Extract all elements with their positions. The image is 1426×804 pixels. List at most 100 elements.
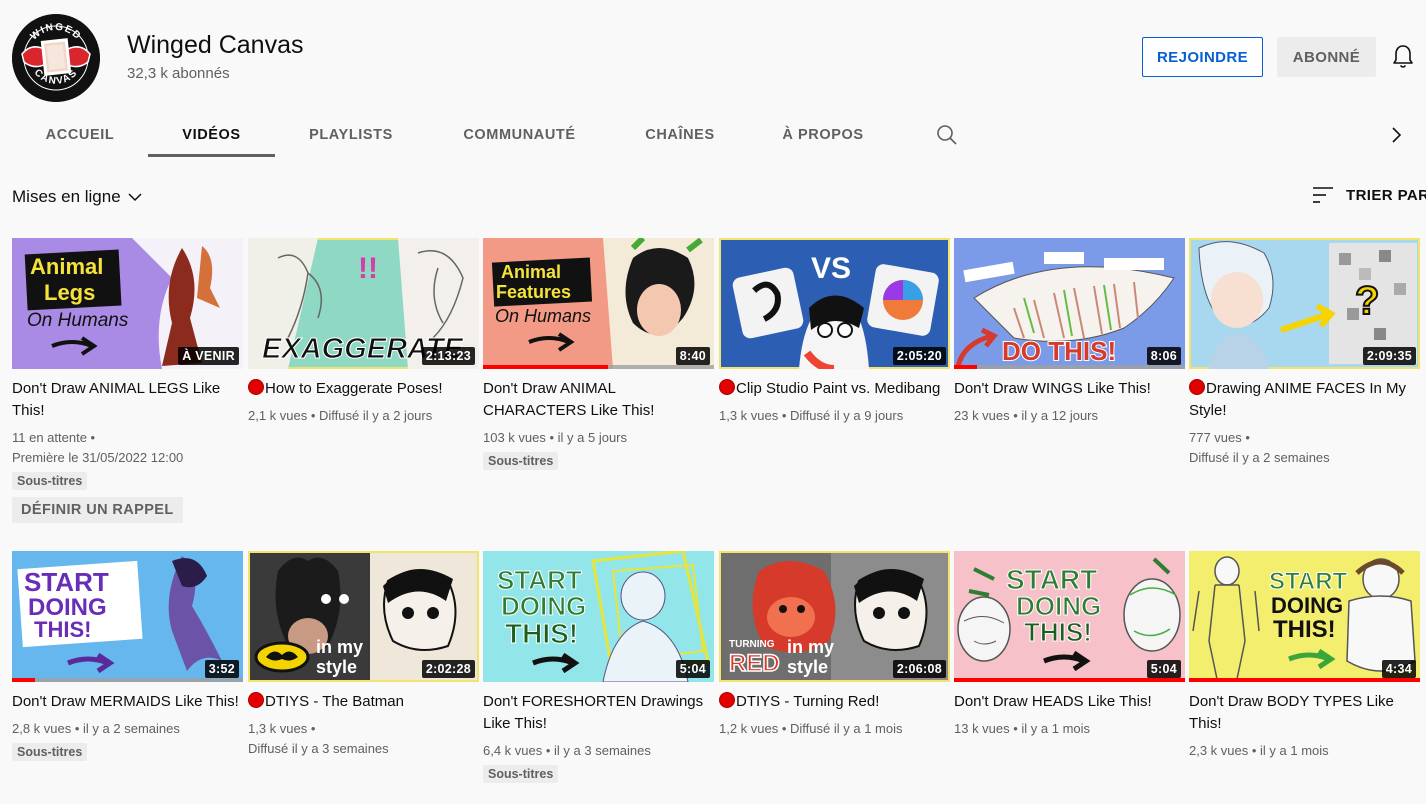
- channel-header: WINGED CANVAS Winged Canvas 32,3 k abonn…: [0, 0, 1426, 158]
- tab-videos[interactable]: VIDÉOS: [148, 112, 275, 158]
- thumb-text: style: [787, 657, 828, 677]
- tab-communaute[interactable]: COMMUNAUTÉ: [443, 112, 596, 158]
- video-thumbnail[interactable]: START DOING THIS! 3:52: [12, 551, 243, 682]
- duration-badge: 5:04: [1146, 660, 1181, 678]
- video-title[interactable]: Don't Draw BODY TYPES Like This!: [1189, 691, 1420, 735]
- subtitles-badge: Sous-titres: [12, 743, 88, 761]
- video-title-text: Clip Studio Paint vs. Medibang: [736, 380, 941, 397]
- video-title[interactable]: Don't Draw ANIMAL LEGS Like This!: [12, 378, 243, 422]
- thumb-text: Animal: [30, 254, 103, 279]
- video-title[interactable]: Don't Draw MERMAIDS Like This!: [12, 691, 243, 713]
- thumb-text: ?: [1355, 279, 1379, 323]
- subtitles-badge: Sous-titres: [483, 765, 559, 783]
- chevron-right-icon[interactable]: [1384, 123, 1408, 147]
- video-title[interactable]: Don't FORESHORTEN Drawings Like This!: [483, 691, 714, 735]
- watch-progress-bar: [1189, 678, 1420, 682]
- video-meta: 6,4 k vues • il y a 3 semaines: [483, 743, 651, 758]
- search-icon[interactable]: [935, 123, 959, 147]
- live-stream-icon: [719, 692, 735, 708]
- notification-bell-icon[interactable]: [1391, 44, 1415, 70]
- video-title[interactable]: Don't Draw WINGS Like This!: [954, 378, 1185, 400]
- tab-playlists[interactable]: PLAYLISTS: [291, 112, 411, 158]
- thumb-text: THIS!: [1273, 616, 1336, 643]
- video-title[interactable]: How to Exaggerate Poses!: [248, 378, 479, 400]
- thumb-text: THIS!: [34, 617, 91, 642]
- thumb-text: Legs: [44, 280, 95, 305]
- video-card[interactable]: START DOING THIS! 4:34 Don't Draw BODY T…: [1189, 551, 1420, 761]
- duration-badge: 2:06:08: [892, 660, 946, 678]
- thumb-text: On Humans: [27, 310, 129, 331]
- duration-badge: 3:52: [204, 660, 239, 678]
- watch-progress-bar: [12, 678, 243, 682]
- video-title-text: DTIYS - Turning Red!: [736, 693, 880, 710]
- video-meta: 103 k vues • il y a 5 jours: [483, 430, 628, 445]
- video-title[interactable]: DTIYS - Turning Red!: [719, 691, 950, 713]
- video-card[interactable]: Animal Features On Humans 8:40 Don't Dra…: [483, 238, 714, 470]
- video-card[interactable]: VS 2:05:20 Clip Studio Paint vs. Mediban…: [719, 238, 950, 426]
- channel-avatar[interactable]: WINGED CANVAS: [12, 14, 100, 102]
- thumb-text: On Humans: [495, 306, 591, 326]
- duration-badge: 2:13:23: [421, 347, 475, 365]
- duration-badge: 4:34: [1381, 660, 1416, 678]
- sort-button[interactable]: TRIER PAR: [1312, 186, 1426, 204]
- live-stream-icon: [248, 379, 264, 395]
- channel-tabs: ACCUEIL VIDÉOS PLAYLISTS COMMUNAUTÉ CHAÎ…: [0, 112, 1426, 158]
- duration-badge: 2:09:35: [1362, 347, 1416, 365]
- video-card[interactable]: DO THIS! 8:06 Don't Draw WINGS Like This…: [954, 238, 1185, 426]
- thumb-text: RED: [729, 650, 780, 677]
- live-stream-icon: [248, 692, 264, 708]
- duration-badge: 2:05:20: [892, 347, 946, 365]
- subtitles-badge: Sous-titres: [12, 472, 88, 490]
- video-meta: 11 en attente •: [12, 430, 96, 445]
- join-button[interactable]: REJOINDRE: [1142, 37, 1263, 77]
- video-title-text: Don't Draw ANIMAL CHARACTERS Like This!: [483, 380, 655, 419]
- video-card[interactable]: TURNING RED in my style 2:06:08 DTIYS - …: [719, 551, 950, 739]
- thumb-text: DO THIS!: [1002, 336, 1116, 366]
- thumb-text: in my: [316, 637, 363, 657]
- video-grid-section: Mises en ligne TRIER PAR Animal Legs On …: [0, 158, 1426, 804]
- video-thumbnail[interactable]: Animal Legs On Humans À VENIR: [12, 238, 243, 369]
- thumb-text: Features: [496, 282, 571, 302]
- video-card[interactable]: START DOING THIS! 5:04 Don't Draw HEADS …: [954, 551, 1185, 739]
- live-stream-icon: [719, 379, 735, 395]
- video-card[interactable]: in my style 2:02:28 DTIYS - The Batman 1…: [248, 551, 479, 759]
- watch-progress-bar: [954, 365, 1185, 369]
- sort-icon: [1313, 187, 1333, 203]
- video-thumbnail[interactable]: VS 2:05:20: [719, 238, 950, 369]
- video-meta: 2,8 k vues • il y a 2 semaines: [12, 721, 180, 736]
- video-title[interactable]: Clip Studio Paint vs. Medibang: [719, 378, 950, 400]
- video-thumbnail[interactable]: Animal Features On Humans 8:40: [483, 238, 714, 369]
- thumb-text: TURNING: [729, 639, 775, 650]
- video-thumbnail[interactable]: DO THIS! 8:06: [954, 238, 1185, 369]
- video-thumbnail[interactable]: TURNING RED in my style 2:06:08: [719, 551, 950, 682]
- thumb-text: in my: [787, 637, 834, 657]
- video-card[interactable]: !! EXAGGERATE 2:13:23 How to Exaggerate …: [248, 238, 479, 426]
- tab-a-propos[interactable]: À PROPOS: [763, 112, 883, 158]
- thumb-text: THIS!: [505, 618, 578, 649]
- video-thumbnail[interactable]: ? 2:09:35: [1189, 238, 1420, 369]
- duration-badge: 8:06: [1146, 347, 1181, 365]
- video-title[interactable]: Don't Draw ANIMAL CHARACTERS Like This!: [483, 378, 714, 422]
- subtitles-badge: Sous-titres: [483, 452, 559, 470]
- video-title-text: Don't Draw MERMAIDS Like This!: [12, 693, 239, 710]
- video-title-text: Don't Draw HEADS Like This!: [954, 693, 1152, 710]
- video-title[interactable]: DTIYS - The Batman: [248, 691, 479, 713]
- tab-accueil[interactable]: ACCUEIL: [30, 112, 130, 158]
- video-thumbnail[interactable]: START DOING THIS! 5:04: [954, 551, 1185, 682]
- video-card[interactable]: START DOING THIS! 5:04 Don't FORESHORTEN…: [483, 551, 714, 783]
- video-thumbnail[interactable]: !! EXAGGERATE 2:13:23: [248, 238, 479, 369]
- video-thumbnail[interactable]: START DOING THIS! 4:34: [1189, 551, 1420, 682]
- video-thumbnail[interactable]: in my style 2:02:28: [248, 551, 479, 682]
- tab-chaines[interactable]: CHAÎNES: [625, 112, 735, 158]
- video-title[interactable]: Don't Draw HEADS Like This!: [954, 691, 1185, 713]
- video-thumbnail[interactable]: START DOING THIS! 5:04: [483, 551, 714, 682]
- video-card[interactable]: ? 2:09:35 Drawing ANIME FACES In My Styl…: [1189, 238, 1420, 468]
- video-title-text: Don't Draw BODY TYPES Like This!: [1189, 693, 1394, 732]
- duration-badge: 2:02:28: [421, 660, 475, 678]
- video-title[interactable]: Drawing ANIME FACES In My Style!: [1189, 378, 1420, 422]
- uploads-filter-dropdown[interactable]: Mises en ligne: [12, 187, 143, 207]
- video-card[interactable]: Animal Legs On Humans À VENIR Don't Draw…: [12, 238, 243, 523]
- video-card[interactable]: START DOING THIS! 3:52 Don't Draw MERMAI…: [12, 551, 243, 761]
- set-reminder-button[interactable]: DÉFINIR UN RAPPEL: [12, 497, 183, 523]
- subscribed-button[interactable]: ABONNÉ: [1277, 37, 1376, 77]
